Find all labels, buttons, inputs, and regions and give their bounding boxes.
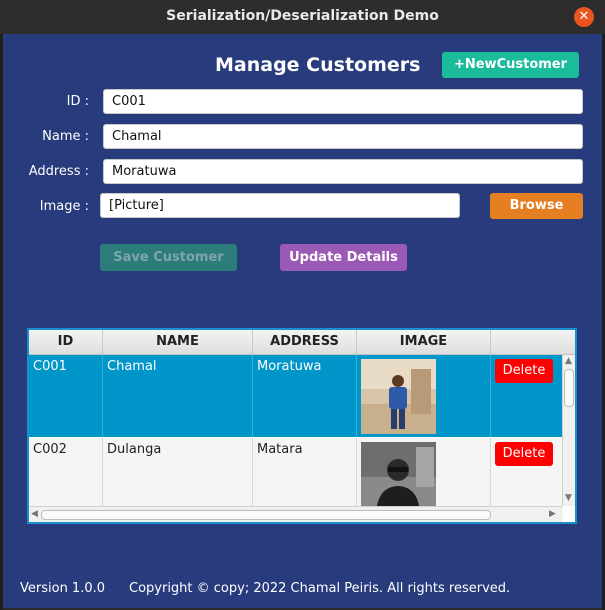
cell-address: Moratuwa: [253, 355, 357, 437]
new-customer-button[interactable]: +NewCustomer: [442, 52, 579, 78]
vertical-scrollbar[interactable]: ▲ ▼: [562, 355, 575, 506]
customer-table: ID NAME ADDRESS IMAGE C001 Chamal Moratu…: [27, 328, 577, 524]
id-field[interactable]: C001: [103, 89, 583, 114]
column-header-id[interactable]: ID: [29, 330, 103, 354]
name-label: Name :: [42, 129, 89, 144]
cell-name: Chamal: [103, 355, 253, 437]
save-customer-button[interactable]: Save Customer: [100, 244, 237, 271]
horizontal-scrollbar[interactable]: ◀ ▶: [29, 506, 562, 522]
address-label: Address :: [28, 164, 89, 179]
customer-photo: [361, 359, 436, 434]
image-field[interactable]: [Picture]: [100, 193, 460, 218]
cell-id: C001: [29, 355, 103, 437]
title-bar: Serialization/Deserialization Demo – ✕: [0, 0, 605, 34]
scroll-left-icon[interactable]: ◀: [31, 509, 38, 519]
scroll-right-icon[interactable]: ▶: [549, 509, 556, 519]
column-header-address[interactable]: ADDRESS: [253, 330, 357, 354]
cell-image: [357, 355, 491, 437]
window-title: Serialization/Deserialization Demo: [166, 8, 439, 24]
cell-actions: Delete: [491, 355, 563, 437]
close-icon[interactable]: ✕: [574, 7, 594, 27]
column-header-image[interactable]: IMAGE: [357, 330, 491, 354]
page-title: Manage Customers: [215, 54, 421, 76]
delete-button[interactable]: Delete: [495, 442, 553, 466]
delete-button[interactable]: Delete: [495, 359, 553, 383]
column-header-actions: [491, 330, 575, 354]
app-window: Manage Customers +NewCustomer ID : C001 …: [3, 34, 602, 608]
horizontal-scroll-thumb[interactable]: [41, 510, 491, 520]
scroll-down-icon[interactable]: ▼: [565, 493, 572, 503]
scroll-up-icon[interactable]: ▲: [565, 356, 572, 366]
vertical-scroll-thumb[interactable]: [564, 369, 574, 407]
column-header-name[interactable]: NAME: [103, 330, 253, 354]
table-row[interactable]: C001 Chamal Moratuwa Delete: [29, 355, 563, 437]
address-field[interactable]: Moratuwa: [103, 159, 583, 184]
table-header: ID NAME ADDRESS IMAGE: [29, 330, 575, 355]
version-text: Version 1.0.0: [20, 581, 106, 596]
browse-button[interactable]: Browse: [490, 193, 583, 219]
update-details-button[interactable]: Update Details: [280, 244, 407, 271]
name-field[interactable]: Chamal: [103, 124, 583, 149]
copyright-text: Copyright © copy; 2022 Chamal Peiris. Al…: [129, 581, 511, 596]
image-label: Image :: [39, 199, 89, 214]
id-label: ID :: [66, 94, 89, 109]
